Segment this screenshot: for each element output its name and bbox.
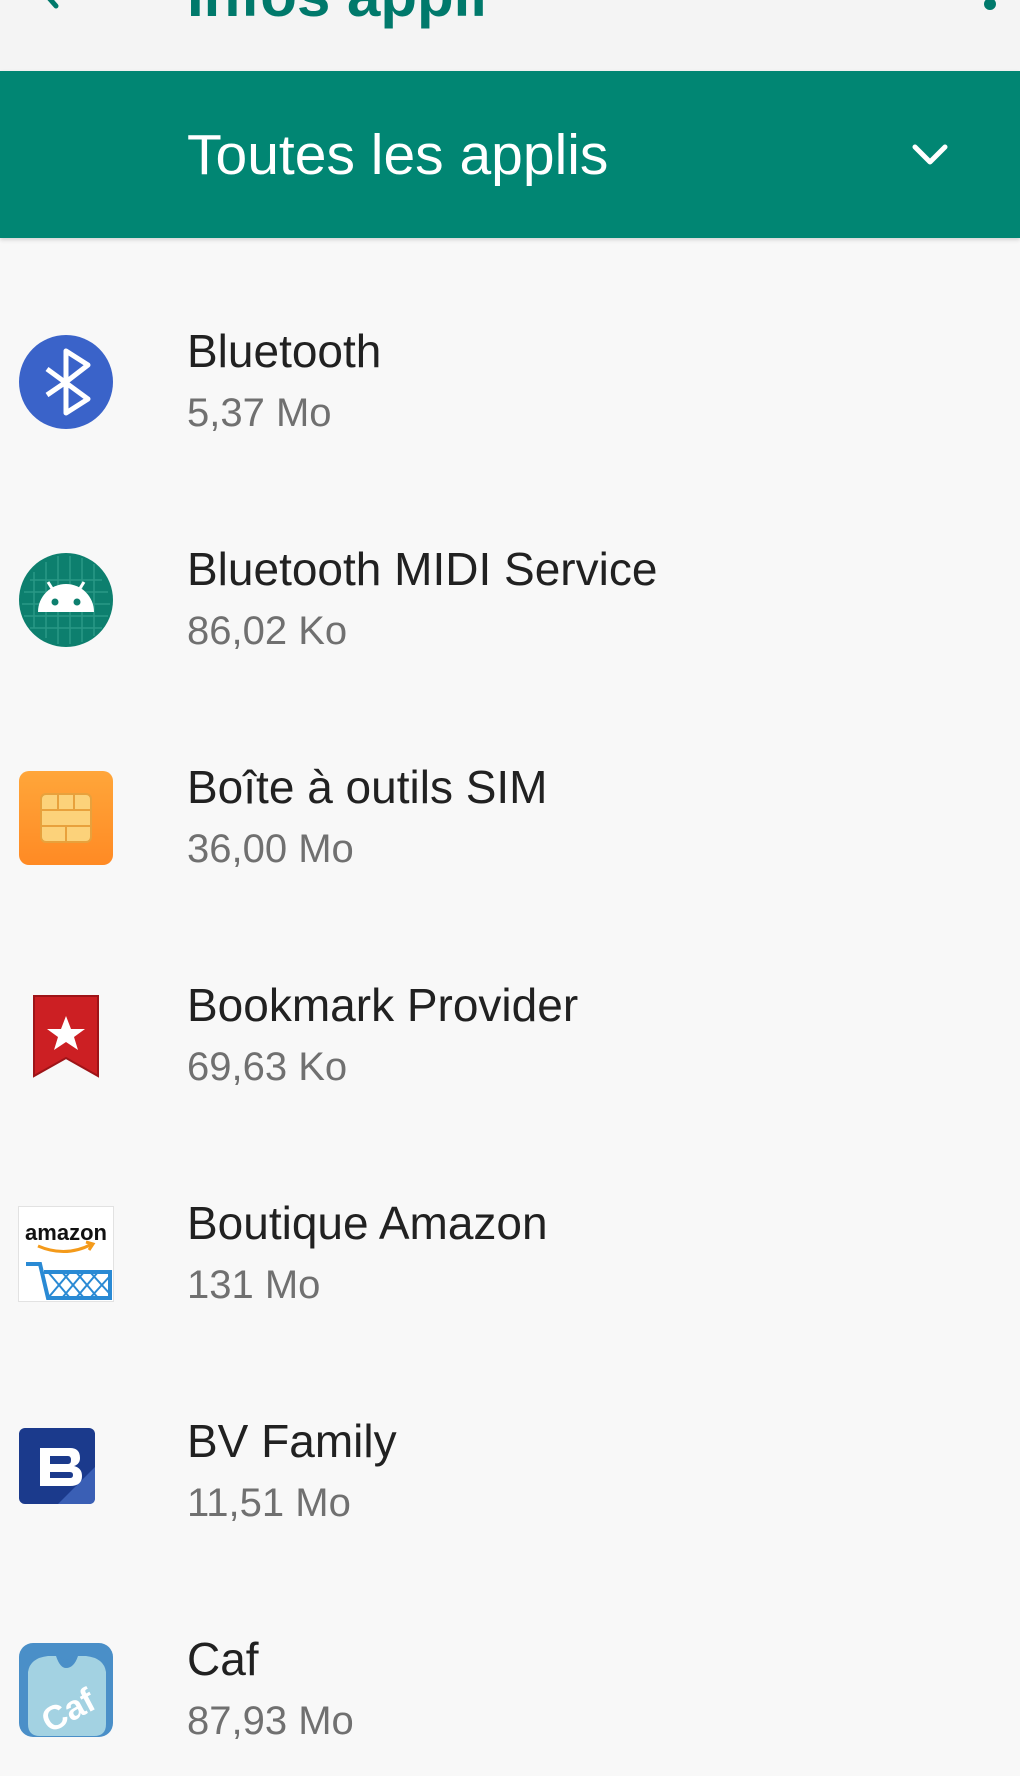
list-item[interactable]: Caf Caf 87,93 Mo [0,1546,1020,1764]
app-size: 69,63 Ko [187,1045,348,1089]
caf-icon: Caf [19,1643,113,1738]
more-options-button[interactable] [970,0,1010,16]
amazon-wordmark: amazon [25,1220,107,1245]
sim-card-icon [19,771,113,865]
arrow-back-icon [47,0,59,9]
app-size: 36,00 Mo [187,827,354,871]
more-vert-icon [984,0,996,10]
bluetooth-icon [19,335,113,429]
app-name: Bluetooth [187,325,382,377]
list-item[interactable]: Bluetooth 5,37 Mo [0,238,1020,456]
app-list: Bluetooth 5,37 Mo Bluetooth MIDI Service… [0,238,1020,1764]
list-item[interactable]: amazon Boutique Amazon 131 Mo [0,1110,1020,1328]
app-name: Bookmark Provider [187,979,579,1031]
top-app-bar: Infos appli [0,0,1020,71]
app-name: Boîte à outils SIM [187,761,548,813]
bookmark-icon [33,995,99,1078]
app-size: 87,93 Mo [187,1699,354,1743]
list-item[interactable]: BV Family 11,51 Mo [0,1328,1020,1546]
app-info-screen: Infos appli Toutes les applis Bluetooth … [0,0,1020,1776]
chevron-down-icon[interactable] [900,125,960,185]
amazon-icon: amazon [18,1206,114,1302]
list-item[interactable]: Boîte à outils SIM 36,00 Mo [0,674,1020,892]
app-name: Bluetooth MIDI Service [187,543,658,595]
page-title: Infos appli [187,0,487,26]
filter-label: Toutes les applis [187,122,609,187]
list-item[interactable]: Bluetooth MIDI Service 86,02 Ko [0,456,1020,674]
app-name: Boutique Amazon [187,1197,548,1249]
app-name: Caf [187,1633,259,1685]
list-item[interactable]: Bookmark Provider 69,63 Ko [0,892,1020,1110]
app-size: 5,37 Mo [187,391,332,435]
app-size: 11,51 Mo [187,1481,351,1525]
back-button[interactable] [30,0,70,10]
app-filter-dropdown[interactable]: Toutes les applis [0,71,1020,238]
bv-family-icon [19,1428,95,1504]
android-icon [19,553,113,647]
app-size: 86,02 Ko [187,609,348,653]
app-name: BV Family [187,1415,397,1467]
app-size: 131 Mo [187,1263,321,1307]
